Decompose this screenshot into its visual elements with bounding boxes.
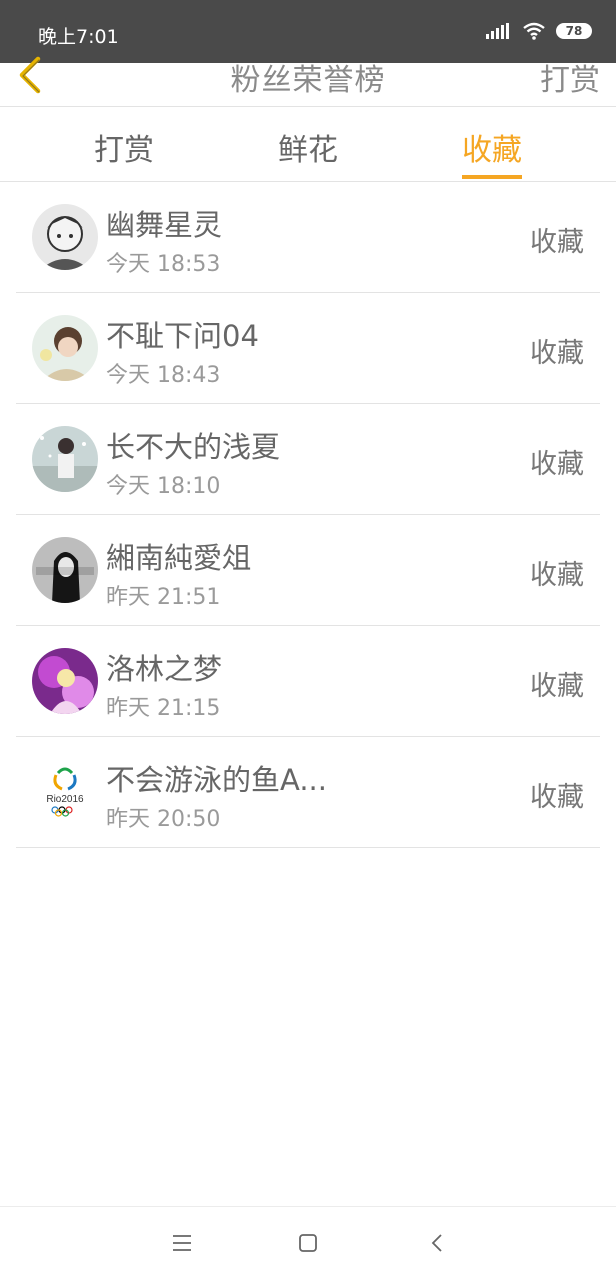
- avatar: [32, 648, 98, 714]
- page-title: 粉丝荣誉榜: [230, 63, 386, 98]
- fan-name: 长不大的浅夏: [106, 430, 281, 464]
- list-item[interactable]: 洛林之梦 昨天 21:15 收藏: [16, 626, 600, 737]
- avatar: [32, 204, 98, 270]
- action-tag: 收藏: [530, 560, 584, 591]
- list-item[interactable]: 幽舞星灵 今天 18:53 收藏: [16, 182, 600, 293]
- tab-bar: 打赏 鲜花 收藏: [0, 107, 616, 182]
- rio-logo-text: Rio2016: [46, 794, 84, 805]
- fan-name: 不耻下问04: [106, 319, 259, 353]
- fan-time: 昨天 21:51: [106, 585, 221, 610]
- battery-icon: 78: [556, 23, 592, 39]
- avatar: [32, 426, 98, 492]
- action-tag: 收藏: [530, 227, 584, 258]
- reward-button[interactable]: 打赏: [540, 55, 600, 99]
- action-tag: 收藏: [530, 449, 584, 480]
- status-time: 晚上7:01: [38, 26, 119, 48]
- fan-list: 幽舞星灵 今天 18:53 收藏 不耻下问04 今天 18:43 收藏 长不大的…: [16, 182, 600, 848]
- fan-name: 幽舞星灵: [106, 208, 223, 242]
- list-item[interactable]: 不耻下问04 今天 18:43 收藏: [16, 293, 600, 404]
- fan-name: 不会游泳的鱼A...: [106, 763, 327, 797]
- fan-name: 緗南純愛俎: [106, 541, 252, 575]
- fan-time: 昨天 21:15: [106, 696, 221, 721]
- title-bar: 粉丝荣誉榜 打赏: [0, 56, 616, 107]
- fan-time: 今天 18:53: [106, 252, 221, 277]
- list-item[interactable]: 緗南純愛俎 昨天 21:51 收藏: [16, 515, 600, 626]
- wifi-icon: [523, 22, 545, 40]
- fan-time: 今天 18:43: [106, 363, 221, 388]
- tab-reward[interactable]: 打赏: [94, 125, 154, 169]
- list-item[interactable]: Rio2016 不会游泳的鱼A... 昨天 20:50 收藏: [16, 737, 600, 848]
- avatar: Rio2016: [32, 759, 98, 825]
- fan-time: 昨天 20:50: [106, 807, 221, 832]
- status-icons: 78: [486, 22, 592, 40]
- avatar: [32, 315, 98, 381]
- menu-icon[interactable]: [170, 1231, 194, 1255]
- fan-name: 洛林之梦: [106, 652, 223, 686]
- signal-icon: [486, 23, 509, 39]
- action-tag: 收藏: [530, 671, 584, 702]
- action-tag: 收藏: [530, 338, 584, 369]
- tab-flowers[interactable]: 鲜花: [278, 125, 338, 169]
- list-item[interactable]: 长不大的浅夏 今天 18:10 收藏: [16, 404, 600, 515]
- tab-flowers-label: 鲜花: [278, 133, 338, 168]
- avatar: [32, 537, 98, 603]
- active-tab-indicator: [462, 175, 522, 179]
- tab-reward-label: 打赏: [94, 133, 154, 168]
- status-bar: 晚上7:01 78: [0, 0, 616, 63]
- home-icon[interactable]: [296, 1231, 320, 1255]
- system-nav-bar: [0, 1206, 616, 1281]
- action-tag: 收藏: [530, 782, 584, 813]
- tab-favorites-label: 收藏: [462, 133, 522, 168]
- tab-favorites[interactable]: 收藏: [462, 125, 522, 179]
- nav-back-icon[interactable]: [426, 1231, 450, 1255]
- fan-time: 今天 18:10: [106, 474, 221, 499]
